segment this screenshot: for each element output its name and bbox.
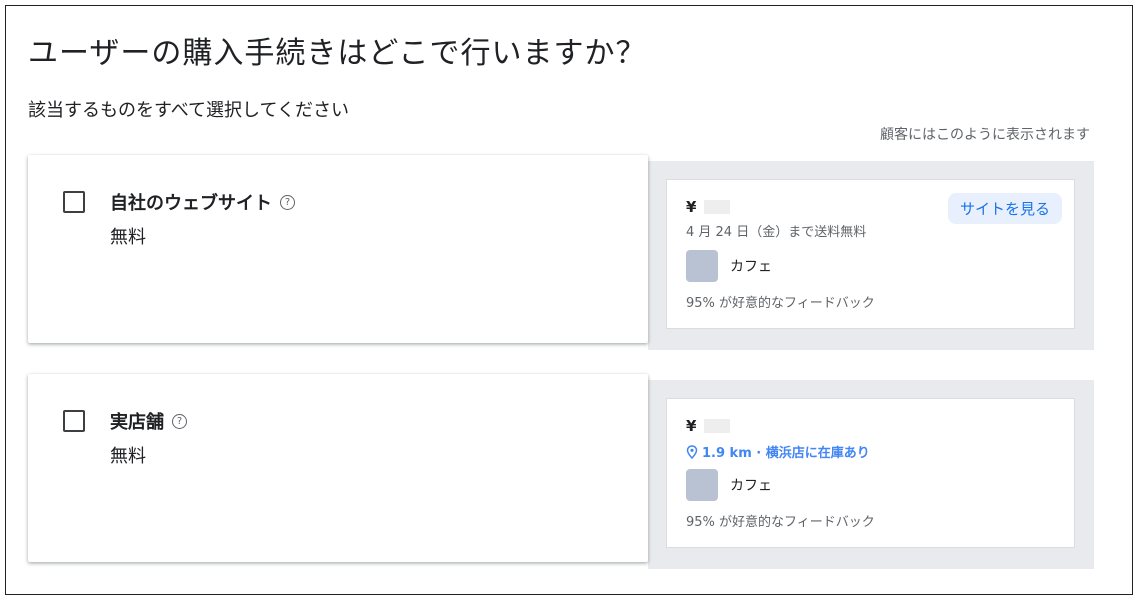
- option-card-store[interactable]: 実店舗 ? 無料: [28, 374, 648, 562]
- price-row: ¥: [686, 417, 731, 435]
- feedback-text: 95% が好意的なフィードバック: [686, 296, 875, 311]
- store-stock-info: 1.9 km · 横浜店に在庫あり: [686, 442, 870, 461]
- price-placeholder: [704, 419, 731, 433]
- currency-symbol: ¥: [686, 417, 697, 435]
- merchant-name: カフェ: [730, 478, 772, 494]
- visit-site-button[interactable]: サイトを見る: [947, 193, 1062, 224]
- option-row-website: 自社のウェブサイト ? 無料 ¥ 4 月 24 日（金）まで送料無料 サイトを見…: [28, 155, 1094, 350]
- location-pin-icon: [686, 444, 698, 459]
- stock-text: 1.9 km · 横浜店に在庫あり: [702, 446, 870, 461]
- store-checkbox[interactable]: [63, 410, 85, 432]
- help-icon[interactable]: ?: [172, 413, 187, 429]
- option-title: 自社のウェブサイト: [110, 193, 272, 214]
- option-price: 無料: [110, 446, 146, 467]
- merchant-name: カフェ: [730, 259, 772, 275]
- price-row: ¥: [686, 198, 731, 216]
- option-row-store: 実店舗 ? 無料 ¥ 1.9 km · 横浜店に在庫あり カフェ 95% が好意…: [28, 374, 1094, 569]
- feedback-text: 95% が好意的なフィードバック: [686, 515, 875, 530]
- merchant-row: カフェ: [686, 250, 772, 282]
- survey-frame: ユーザーの購入手続きはどこで行いますか？ 該当するものをすべて選択してください …: [5, 5, 1133, 595]
- website-checkbox[interactable]: [63, 191, 85, 213]
- price-placeholder: [704, 200, 731, 214]
- page-title: ユーザーの購入手続きはどこで行いますか？: [28, 36, 647, 71]
- option-price: 無料: [110, 227, 146, 248]
- preview-area-website: ¥ 4 月 24 日（金）まで送料無料 サイトを見る カフェ 95% が好意的な…: [648, 161, 1094, 350]
- instruction-text: 該当するものをすべて選択してください: [28, 100, 349, 121]
- preview-area-store: ¥ 1.9 km · 横浜店に在庫あり カフェ 95% が好意的なフィードバック: [648, 380, 1094, 569]
- help-icon[interactable]: ?: [280, 194, 295, 210]
- preview-card-store: ¥ 1.9 km · 横浜店に在庫あり カフェ 95% が好意的なフィードバック: [666, 398, 1075, 548]
- merchant-logo: [686, 250, 718, 282]
- option-title: 実店舗: [110, 412, 164, 433]
- preview-caption: 顧客にはこのように表示されます: [880, 127, 1090, 143]
- merchant-logo: [686, 469, 718, 501]
- merchant-row: カフェ: [686, 469, 772, 501]
- option-card-website[interactable]: 自社のウェブサイト ? 無料: [28, 155, 648, 343]
- preview-card-website: ¥ 4 月 24 日（金）まで送料無料 サイトを見る カフェ 95% が好意的な…: [666, 179, 1075, 329]
- option-label-website: 自社のウェブサイト ?: [110, 189, 295, 215]
- option-label-store: 実店舗 ?: [110, 408, 187, 434]
- shipping-text: 4 月 24 日（金）まで送料無料: [686, 225, 867, 240]
- currency-symbol: ¥: [686, 198, 697, 216]
